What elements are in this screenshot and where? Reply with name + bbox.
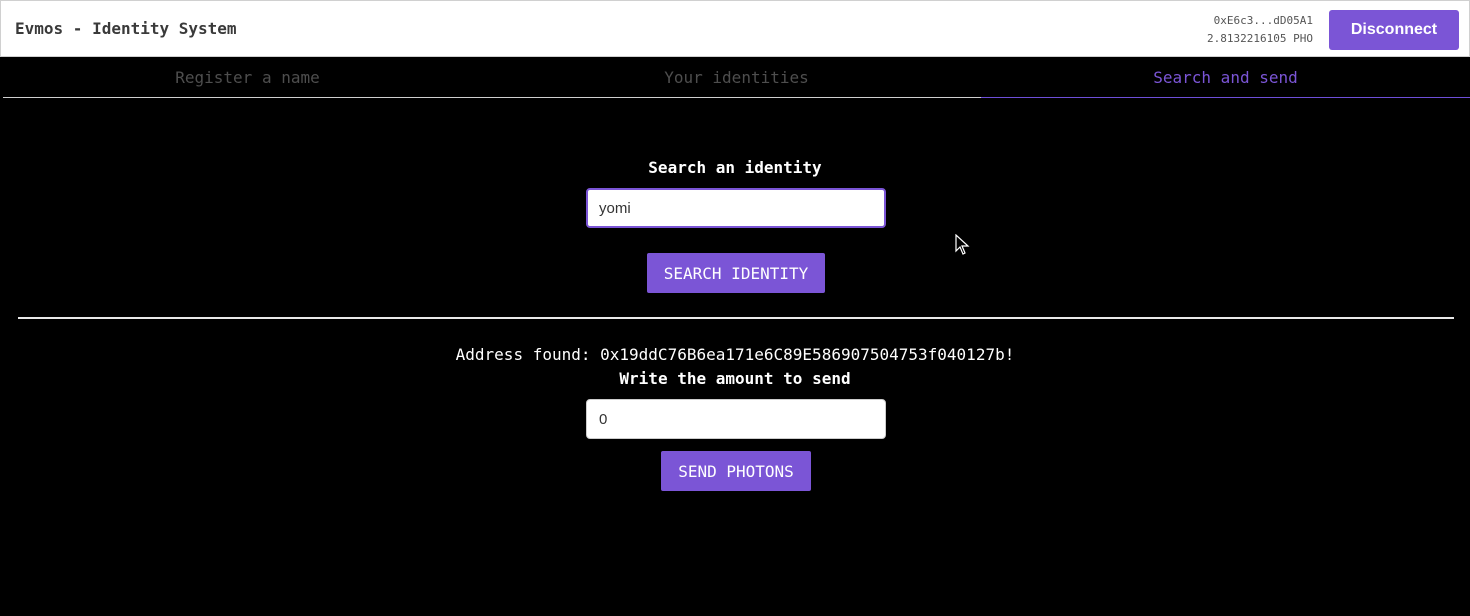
amount-input[interactable]: [586, 399, 886, 439]
account-info: 0xE6c3...dD05A1 2.8132216105 PHO: [1207, 12, 1313, 48]
account-address: 0xE6c3...dD05A1: [1213, 14, 1313, 27]
address-found-text: Address found: 0x19ddC76B6ea171e6C89E586…: [455, 345, 1015, 364]
search-input[interactable]: [586, 188, 886, 228]
mouse-cursor-icon: [955, 234, 970, 255]
divider: [18, 317, 1454, 319]
amount-label: Write the amount to send: [619, 369, 851, 388]
search-identity-button[interactable]: SEARCH IDENTITY: [647, 253, 825, 293]
account-balance: 2.8132216105 PHO: [1207, 32, 1313, 45]
page: Evmos - Identity System 0xE6c3...dD05A1 …: [0, 0, 1470, 616]
send-photons-button[interactable]: SEND PHOTONS: [661, 451, 811, 491]
tab-register-name[interactable]: Register a name: [3, 57, 492, 97]
tab-your-identities[interactable]: Your identities: [492, 57, 981, 97]
search-label: Search an identity: [648, 158, 822, 177]
tab-search-and-send[interactable]: Search and send: [981, 57, 1470, 98]
header: Evmos - Identity System 0xE6c3...dD05A1 …: [0, 0, 1470, 57]
disconnect-button[interactable]: Disconnect: [1329, 10, 1459, 50]
tab-bar: Register a name Your identities Search a…: [3, 57, 1470, 98]
app-title: Evmos - Identity System: [15, 19, 237, 38]
